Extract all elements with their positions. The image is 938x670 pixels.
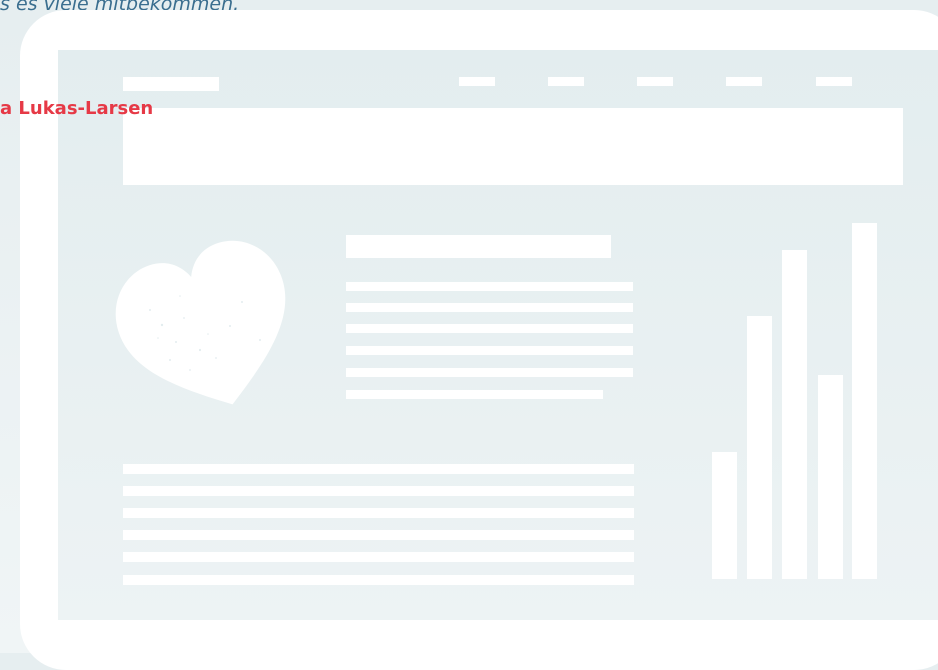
author-name: a Lukas-Larsen (0, 98, 154, 119)
text-line-placeholder (123, 575, 634, 585)
text-line-placeholder (123, 530, 634, 540)
nav-item-placeholder (459, 77, 495, 86)
text-line-placeholder (346, 303, 633, 312)
chart-bar (852, 223, 877, 579)
logo-placeholder (123, 77, 219, 91)
chart-bar (782, 250, 807, 579)
nav-item-placeholder (548, 77, 584, 86)
text-line-placeholder (346, 346, 633, 355)
chart-bar (747, 316, 772, 579)
text-line-placeholder (346, 282, 633, 291)
text-line-placeholder (346, 368, 633, 377)
text-line-placeholder (123, 508, 634, 518)
hero-banner-placeholder (123, 108, 903, 185)
text-line-placeholder (123, 464, 634, 474)
heading-placeholder (346, 235, 611, 258)
chart-bar (818, 375, 843, 579)
nav-item-placeholder (726, 77, 762, 86)
text-line-placeholder (346, 390, 603, 399)
nav-item-placeholder (637, 77, 673, 86)
heart-icon (115, 240, 286, 405)
text-line-placeholder (346, 324, 633, 333)
text-line-placeholder (123, 486, 634, 496)
text-line-placeholder (123, 552, 634, 562)
nav-item-placeholder (816, 77, 852, 86)
chart-bar (712, 452, 737, 579)
